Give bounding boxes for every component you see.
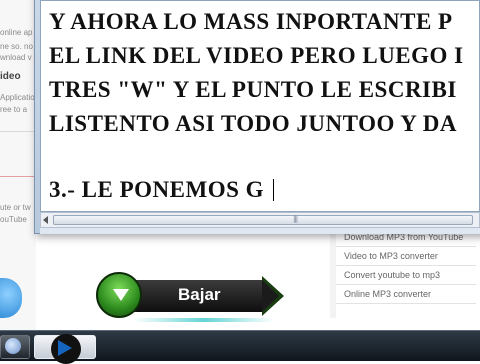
divider — [0, 176, 36, 177]
app-icon — [5, 338, 21, 354]
side-links-rail — [330, 228, 336, 318]
side-link[interactable]: Video to MP3 converter — [344, 251, 438, 261]
down-arrow-icon — [113, 289, 129, 301]
taskbar-item[interactable] — [0, 335, 30, 359]
scroll-left-arrow-icon[interactable] — [43, 216, 48, 224]
left-fragment: ute or tw — [0, 203, 31, 212]
divider — [336, 284, 476, 285]
divider — [336, 265, 476, 266]
side-link[interactable]: Online MP3 converter — [344, 289, 431, 299]
taskbar-item-active[interactable] — [34, 334, 96, 364]
left-fragment: ouTube — [0, 215, 27, 224]
text-line: TRES "W" Y EL PUNTO LE ESCRIBI — [49, 77, 457, 102]
left-fragment: ree to a — [0, 105, 28, 114]
divider — [0, 131, 36, 132]
text-caret — [273, 179, 274, 201]
bajar-button-tip-inner — [262, 280, 279, 312]
side-link[interactable]: Convert youtube to mp3 — [344, 270, 440, 280]
notepad-bottom-edge — [40, 228, 480, 234]
divider — [336, 246, 476, 247]
bajar-icon-circle — [96, 272, 142, 318]
play-icon — [58, 340, 72, 356]
text-line: EL LINK DEL VIDEO PERO LUEGO I — [49, 43, 464, 68]
left-fragment-heading[interactable]: ideo — [0, 72, 21, 82]
scrollbar-grip: ||| — [293, 215, 298, 223]
horizontal-scrollbar[interactable]: ||| — [40, 212, 480, 228]
text-line: Y AHORA LO MASS INPORTANTE P — [49, 9, 453, 34]
left-fragment: Applicatio — [0, 93, 35, 102]
text-line: LISTENTO ASI TODO JUNTOO Y DA — [49, 111, 457, 136]
scrollbar-thumb[interactable] — [53, 215, 473, 225]
divider — [336, 303, 476, 304]
left-fragment: online ap — [0, 28, 33, 37]
button-glow — [134, 318, 274, 322]
notepad-text-area[interactable]: Y AHORA LO MASS INPORTANTE P EL LINK DEL… — [40, 0, 480, 212]
left-fragment: wnload v — [0, 53, 32, 62]
bajar-button-label: Bajar — [178, 285, 221, 304]
text-line: 3.- LE PONEMOS G — [49, 177, 265, 202]
taskbar — [0, 330, 480, 364]
left-fragment: ne so. no — [0, 42, 33, 51]
bajar-download-button[interactable]: Bajar — [94, 272, 286, 322]
